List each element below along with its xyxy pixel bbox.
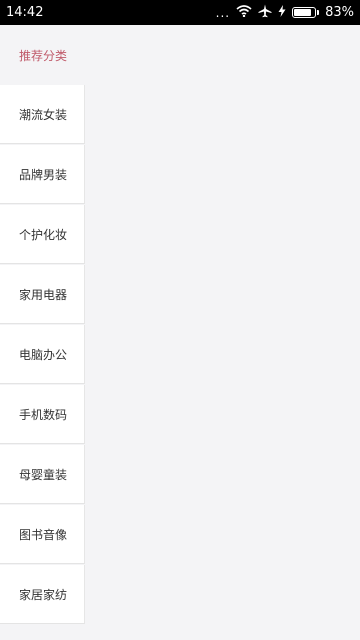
sidebar-item[interactable]: 潮流女装 (0, 85, 85, 144)
sidebar-item-label: 电脑办公 (19, 347, 68, 362)
charging-icon (278, 5, 286, 20)
battery-icon (292, 7, 320, 18)
airplane-icon (258, 4, 272, 22)
category-page: 推荐分类 潮流女装品牌男装个护化妆家用电器电脑办公手机数码母婴童装图书音像家居家… (0, 25, 360, 640)
sidebar-item[interactable]: 家用电器 (0, 265, 85, 324)
category-sidebar: 推荐分类 潮流女装品牌男装个护化妆家用电器电脑办公手机数码母婴童装图书音像家居家… (0, 25, 85, 640)
wifi-icon (236, 4, 252, 21)
sidebar-item-label: 潮流女装 (19, 107, 68, 122)
battery-percent: 83% (325, 5, 354, 20)
more-dots-icon: ... (215, 5, 231, 20)
sidebar-item-label: 家用电器 (19, 287, 68, 302)
sidebar-item-label: 母婴童装 (19, 467, 68, 482)
category-list: 潮流女装品牌男装个护化妆家用电器电脑办公手机数码母婴童装图书音像家居家纺 (0, 85, 85, 624)
sidebar-item[interactable]: 电脑办公 (0, 325, 85, 384)
category-content-panel (85, 25, 360, 640)
sidebar-header-recommended[interactable]: 推荐分类 (0, 25, 85, 85)
sidebar-item[interactable]: 母婴童装 (0, 445, 85, 504)
sidebar-item[interactable]: 个护化妆 (0, 205, 85, 264)
sidebar-item-label: 家居家纺 (19, 587, 68, 602)
status-bar: 14:42 ... 83% (0, 0, 360, 25)
sidebar-item[interactable]: 家居家纺 (0, 565, 85, 624)
sidebar-item-label: 图书音像 (19, 527, 68, 542)
battery-fill (294, 9, 311, 16)
sidebar-item-label: 品牌男装 (19, 167, 68, 182)
sidebar-item-label: 手机数码 (19, 407, 68, 422)
sidebar-item[interactable]: 手机数码 (0, 385, 85, 444)
sidebar-item[interactable]: 图书音像 (0, 505, 85, 564)
sidebar-item-label: 个护化妆 (19, 227, 68, 242)
sidebar-item[interactable]: 品牌男装 (0, 145, 85, 204)
status-time: 14:42 (6, 5, 44, 20)
